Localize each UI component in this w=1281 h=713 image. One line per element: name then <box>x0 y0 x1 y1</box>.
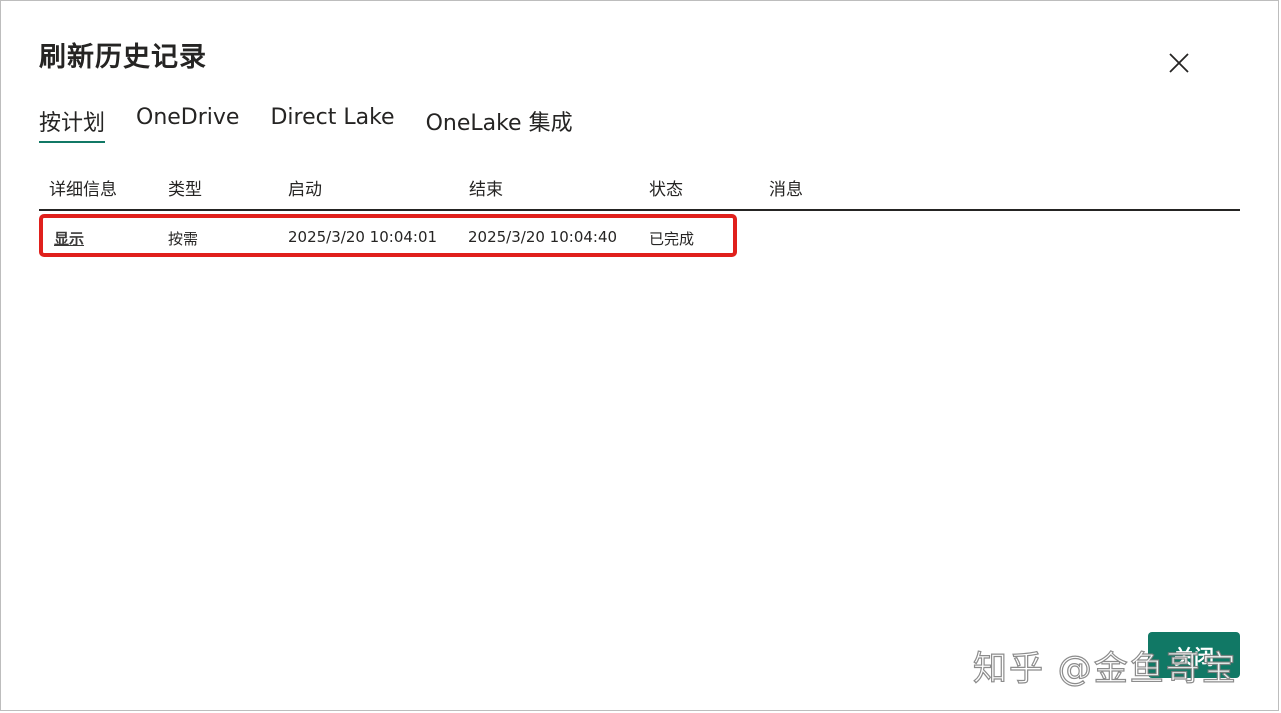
cell-status: 已完成 <box>649 230 695 248</box>
column-header-status: 状态 <box>649 180 683 200</box>
tab-bar: 按计划 OneDrive Direct Lake OneLake 集成 <box>39 105 604 143</box>
close-button[interactable] <box>1161 45 1197 81</box>
cell-end: 2025/3/20 10:04:40 <box>468 228 618 246</box>
show-details-link[interactable]: 显示 <box>54 228 84 249</box>
refresh-history-dialog: 刷新历史记录 按计划 OneDrive Direct Lake OneLake … <box>0 0 1279 711</box>
column-header-details: 详细信息 <box>49 180 117 200</box>
close-dialog-button[interactable]: 关闭 <box>1148 632 1240 678</box>
tab-scheduled[interactable]: 按计划 <box>39 105 106 143</box>
table-header: 详细信息 类型 启动 结束 状态 消息 <box>39 173 1240 211</box>
column-header-start: 启动 <box>288 180 322 200</box>
dialog-title: 刷新历史记录 <box>39 42 207 73</box>
column-header-type: 类型 <box>168 180 202 200</box>
column-header-end: 结束 <box>469 180 503 200</box>
tab-direct-lake[interactable]: Direct Lake <box>270 105 394 143</box>
tab-onedrive[interactable]: OneDrive <box>136 105 239 143</box>
column-header-message: 消息 <box>769 180 803 200</box>
cell-type: 按需 <box>168 230 199 248</box>
tab-onelake-integration[interactable]: OneLake 集成 <box>426 105 573 143</box>
close-icon <box>1169 53 1189 73</box>
table-row: 显示 按需 2025/3/20 10:04:01 2025/3/20 10:04… <box>39 214 737 257</box>
cell-start: 2025/3/20 10:04:01 <box>288 228 438 246</box>
